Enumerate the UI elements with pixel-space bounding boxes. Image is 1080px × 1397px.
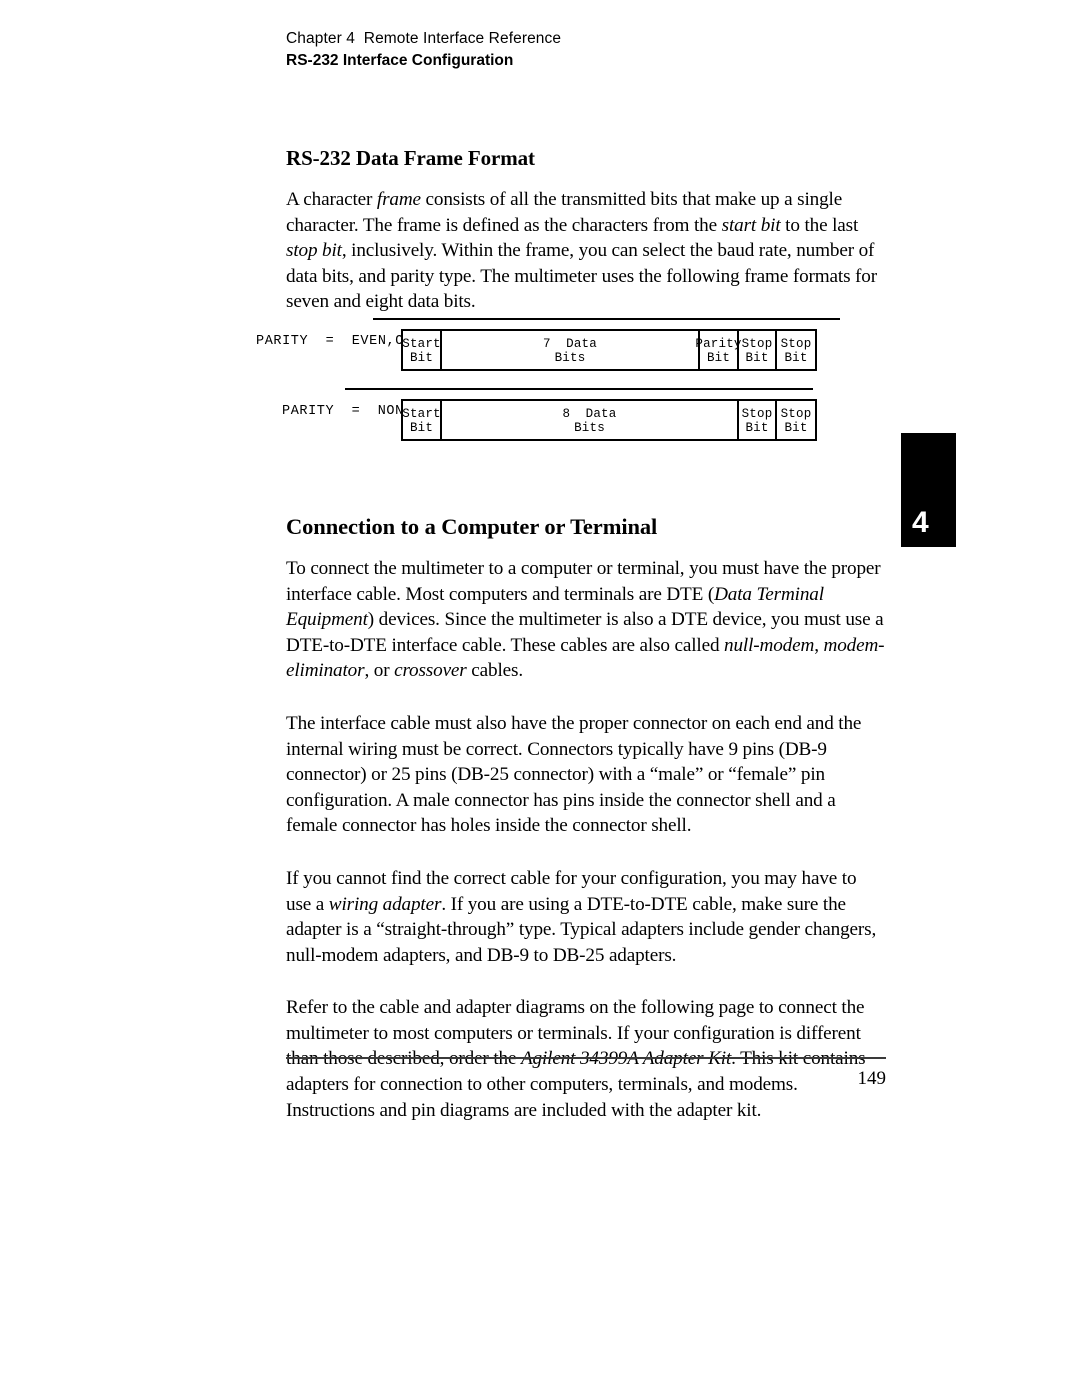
body-text: A character [286,189,377,210]
section-reference-line: RS-232 Interface Configuration [286,52,514,69]
chapter-reference-line: Chapter 4 Remote Interface Reference [286,30,562,47]
frame-bit-cell-line2: Bit [745,420,769,435]
body-text: cables. [466,660,523,682]
frame-bit-cell-line2: Bit [784,350,808,365]
page-content: RS-232 Data Frame Format A character fra… [286,146,886,1123]
frame-bit-cell-line1: Start [402,406,441,421]
footer-rule [286,1057,886,1059]
frame-bit-cell-line1: Stop [741,406,773,421]
paragraph-wiring-adapter: If you cannot find the correct cable for… [286,866,886,968]
frame-bit-cell: Start Bit [402,331,442,369]
frame-bit-cell: Parity Bit [695,331,741,369]
section-title-rs232-data-frame-format: RS-232 Data Frame Format [286,146,535,170]
emphasis-text: stop bit [286,240,342,262]
frame-bit-cell-line2: Bit [409,350,434,365]
frame-bit-cell-line1: Stop [780,336,812,351]
rs232-frame-format-diagram: PARITY = EVEN,ODD Start Bit 7 Data Bits Parit… [0,318,1080,448]
page-header: Chapter 4 Remote Interface Reference RS-… [286,30,906,70]
frame-bit-cell-line1: Stop [741,336,773,351]
body-text: to the last [780,214,859,236]
emphasis-text: start bit [721,214,781,236]
frame-bit-cell-line1: 8 Data [562,406,617,421]
emphasis-text: crossover [394,660,467,682]
frame-baseline-rule [345,388,813,390]
frame-bit-cell: Start Bit [402,401,442,439]
paragraph-adapter-kit: Refer to the cable and adapter diagrams … [286,995,886,1123]
frame-bit-cell: Stop Bit [739,331,777,369]
chapter-tab-number: 4 [912,506,929,539]
chapter-thumb-tab: 4 [901,433,956,547]
emphasis-text: wiring adapter [328,893,442,915]
frame-bit-cells: Start Bit 8 Data Bits Stop Bit Stop Bit [401,399,817,441]
frame-bit-cell-line1: Parity [695,336,742,351]
emphasis-text: frame [376,189,421,210]
emphasis-text: null-modem [724,634,815,656]
frame-bit-cell-line1: Stop [780,406,812,421]
frame-bit-cells: Start Bit 7 Data Bits Parity Bit Stop Bit Stop Bi… [401,329,817,371]
frame-bit-cell-line2: Bit [706,350,731,365]
body-text: The interface cable must also have the p… [286,712,862,837]
body-text: , or [364,660,395,682]
page-number: 149 [857,1068,887,1089]
frame-bit-cell-line2: Bit [409,420,434,435]
frame-bit-cell: Stop Bit [739,401,777,439]
frame-bit-cell-line2: Bits [554,350,586,365]
paragraph-connector-pins: The interface cable must also have the p… [286,711,886,839]
body-text: , inclusively. Within the frame, you can… [286,240,877,313]
frame-baseline-rule [373,318,840,320]
frame-bit-cell-line2: Bit [784,420,808,435]
frame-bit-cell-line2: Bits [574,420,605,435]
paragraph-character-frame: A character frame consists of all the tr… [286,187,886,315]
frame-bit-cell: 8 Data Bits [442,401,739,439]
frame-bit-cell: Stop Bit [777,401,815,439]
frame-parity-label: PARITY = EVEN,ODD [256,334,422,349]
paragraph-interface-cable-dte: To connect the multimeter to a computer … [286,556,886,684]
frame-bit-cell-line1: Start [402,336,441,351]
frame-bit-cell: Stop Bit [777,331,815,369]
frame-bit-cell-line2: Bit [745,350,769,365]
frame-parity-label: PARITY = NONE [282,404,413,419]
frame-bit-cell: 7 Data Bits [442,331,700,369]
section-title-connection-to-computer-or-terminal: Connection to a Computer or Terminal [286,513,658,539]
body-text: , [814,634,824,656]
frame-bit-cell-line1: 7 Data [543,336,597,351]
